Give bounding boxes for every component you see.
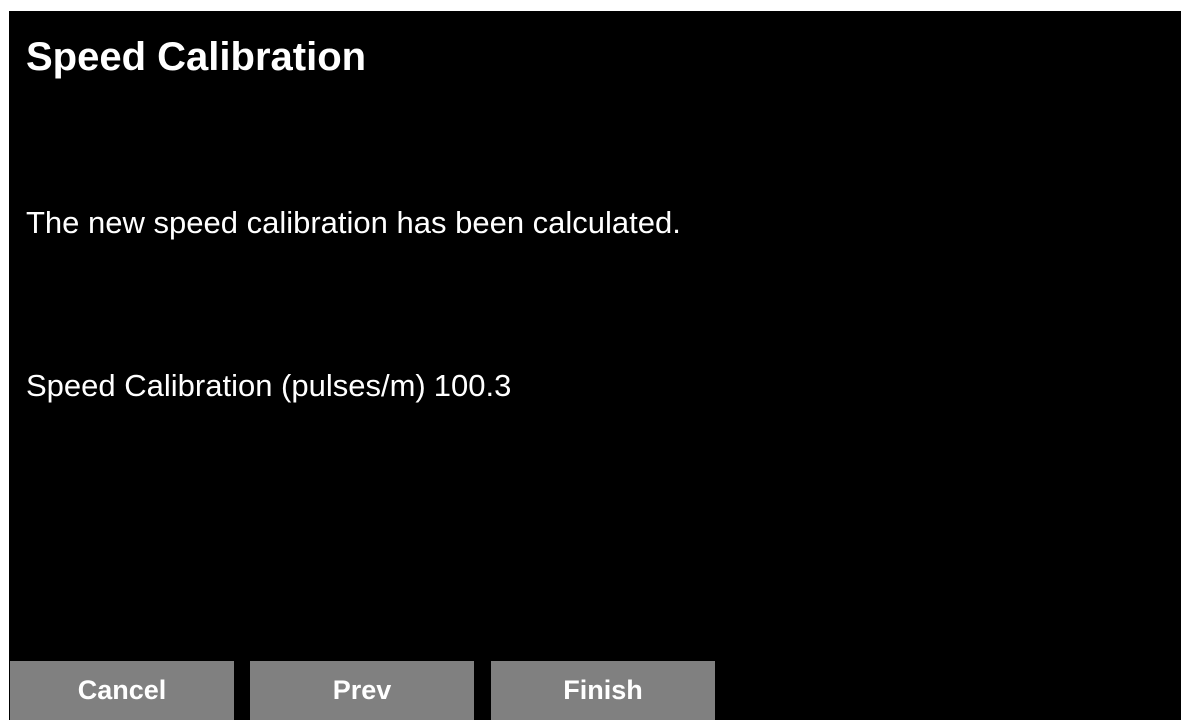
- page-title: Speed Calibration: [26, 35, 367, 79]
- calibration-label: Speed Calibration (pulses/m): [26, 368, 426, 403]
- status-message: The new speed calibration has been calcu…: [26, 205, 681, 240]
- calibration-value: 100.3: [433, 368, 512, 403]
- screen-frame: Speed Calibration The new speed calibrat…: [0, 0, 1189, 720]
- cancel-button[interactable]: Cancel: [10, 661, 234, 720]
- prev-button[interactable]: Prev: [250, 661, 474, 720]
- calibration-screen: Speed Calibration The new speed calibrat…: [9, 11, 1181, 720]
- finish-button[interactable]: Finish: [491, 661, 715, 720]
- calibration-readout: Speed Calibration (pulses/m) 100.3: [26, 366, 511, 406]
